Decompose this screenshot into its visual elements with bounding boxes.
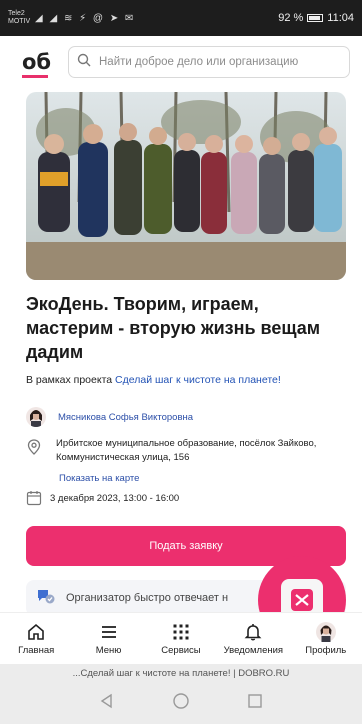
notice-text: Организатор быстро отвечает н: [66, 592, 229, 604]
bell-icon: [243, 622, 263, 642]
battery-icon: [307, 14, 324, 22]
nav-menu-label: Меню: [95, 644, 122, 656]
nav-home[interactable]: Главная: [2, 622, 70, 656]
services-grid-icon: [171, 622, 191, 642]
system-navigation: [0, 692, 362, 715]
search-placeholder: Найти доброе дело или организацию: [99, 56, 299, 68]
nav-services-label: Сервисы: [161, 644, 201, 656]
project-prefix: В рамках проекта: [26, 374, 113, 386]
clock: 11:04: [327, 12, 354, 24]
nav-home-label: Главная: [18, 644, 55, 656]
fast-reply-icon: [36, 587, 56, 610]
project-link[interactable]: Сделай шаг к чистоте на планете!: [115, 374, 281, 386]
logo-underline: [22, 75, 48, 78]
date-row: 3 декабря 2023, 13:00 - 16:00: [26, 490, 179, 506]
battery-percent: 92 %: [278, 12, 304, 24]
app-header: об Найти доброе дело или организацию: [0, 36, 362, 88]
profile-avatar: [315, 621, 336, 642]
organizer-row[interactable]: Мясникова Софья Викторовна: [26, 407, 193, 427]
show-on-map-link[interactable]: Показать на карте: [59, 473, 139, 484]
bottom-navigation: Главная Меню Сервисы Уведомления Профиль: [0, 612, 362, 664]
nav-profile-label: Профиль: [305, 644, 347, 656]
location-row: Ирбитское муниципальное образование, пос…: [26, 437, 346, 465]
location-pin-icon: [26, 439, 42, 455]
search-icon: [77, 53, 91, 72]
event-address: Ирбитское муниципальное образование, пос…: [56, 438, 317, 463]
page-caption: ...Сделай шаг к чистоте на планете! | DO…: [72, 668, 290, 679]
home-circle-icon[interactable]: [172, 692, 190, 715]
status-bar: Tele2 MOTIV ◢ ◢ ≋ ⚡ @ ➤ ✉ 92 % 11:04: [0, 0, 362, 36]
menu-icon: [99, 622, 119, 642]
event-photo: [26, 92, 346, 280]
nav-notifications[interactable]: Уведомления: [219, 622, 287, 656]
nav-profile[interactable]: Профиль: [292, 621, 360, 656]
carrier-label: Tele2 MOTIV: [8, 10, 31, 25]
project-line: В рамках проекта Сделай шаг к чистоте на…: [26, 374, 356, 386]
search-input[interactable]: Найти доброе дело или организацию: [68, 46, 350, 78]
logo[interactable]: об: [22, 50, 56, 78]
nav-menu[interactable]: Меню: [75, 622, 143, 656]
organizer-avatar: [26, 407, 46, 427]
recents-square-icon[interactable]: [246, 692, 264, 715]
home-icon: [26, 622, 46, 642]
calendar-icon: [26, 490, 42, 506]
back-triangle-icon[interactable]: [98, 692, 116, 715]
organizer-name[interactable]: Мясникова Софья Викторовна: [58, 412, 193, 423]
nav-notifications-label: Уведомления: [223, 644, 284, 656]
nav-services[interactable]: Сервисы: [147, 622, 215, 656]
signal-icons: ◢ ◢ ≋ ⚡ @ ➤ ✉: [35, 12, 136, 24]
event-title: ЭкоДень. Творим, играем, мастерим - втор…: [26, 294, 321, 362]
event-date: 3 декабря 2023, 13:00 - 16:00: [50, 492, 180, 504]
browser-bar: ...Сделай шаг к чистоте на планете! | DO…: [0, 664, 362, 724]
